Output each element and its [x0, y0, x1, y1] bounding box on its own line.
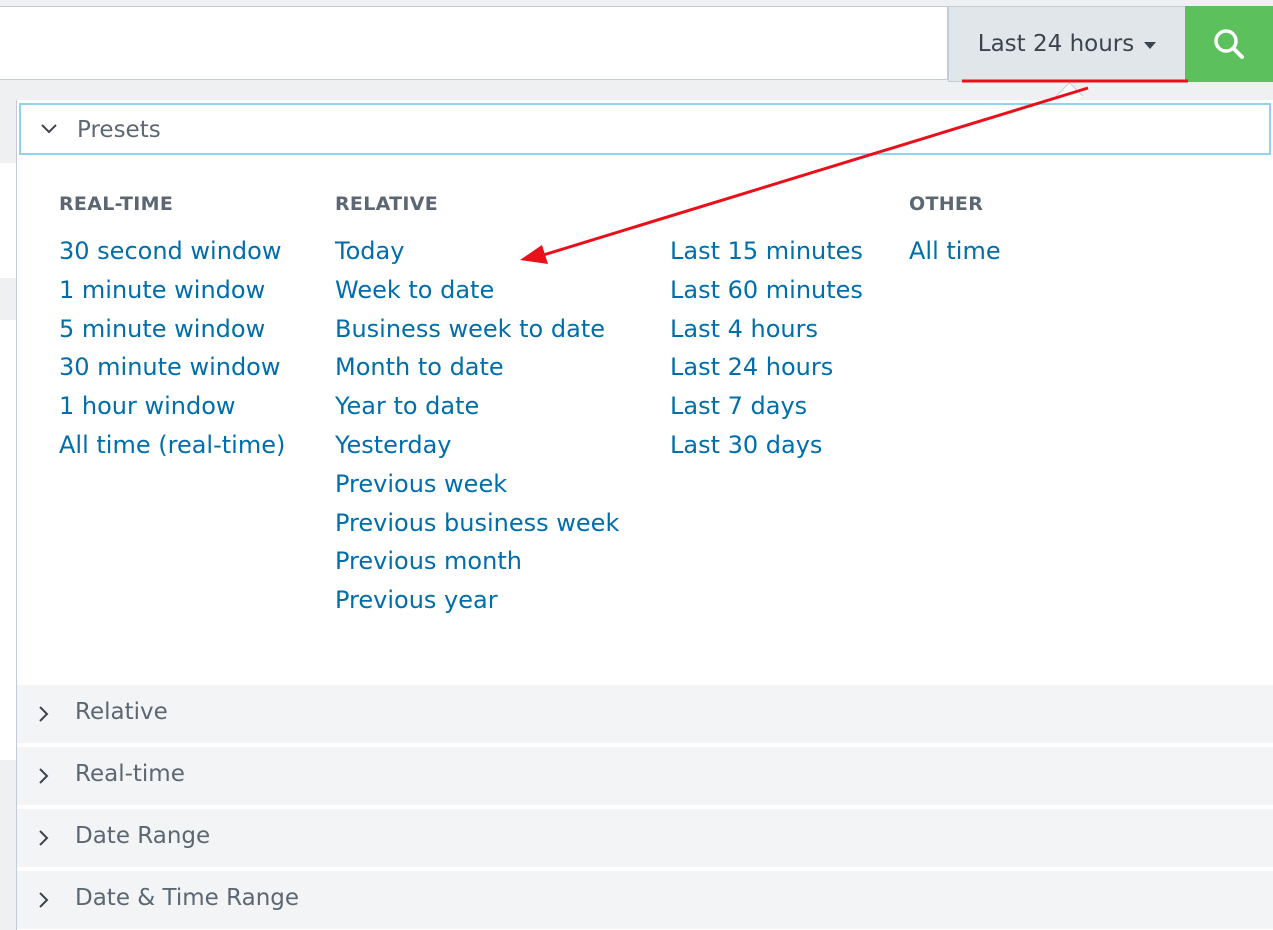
- preset-link[interactable]: Week to date: [335, 271, 619, 310]
- real-time-accordion-header[interactable]: Real-time: [17, 747, 1273, 805]
- preset-link[interactable]: Business week to date: [335, 310, 619, 349]
- date-range-accordion-header[interactable]: Date Range: [17, 809, 1273, 867]
- column-heading: RELATIVE: [335, 193, 439, 215]
- preset-link[interactable]: Previous business week: [335, 504, 619, 543]
- date-time-range-accordion-header[interactable]: Date & Time Range: [17, 871, 1273, 929]
- preset-link[interactable]: 1 minute window: [59, 271, 285, 310]
- background-page-strip: [0, 163, 16, 278]
- chevron-down-icon: [41, 124, 57, 134]
- search-icon: [1214, 29, 1244, 59]
- search-input[interactable]: [0, 6, 948, 80]
- preset-link[interactable]: 30 second window: [59, 232, 285, 271]
- time-range-picker-button[interactable]: Last 24 hours: [948, 6, 1185, 82]
- preset-column-relative: RELATIVE Today Week to date Business wee…: [335, 192, 619, 620]
- preset-link[interactable]: Yesterday: [335, 426, 619, 465]
- preset-link[interactable]: 1 hour window: [59, 387, 285, 426]
- preset-link[interactable]: All time: [909, 232, 1001, 271]
- background-page-strip: [0, 320, 16, 760]
- presets-label: Presets: [77, 117, 161, 143]
- preset-column-last: Last 15 minutes Last 60 minutes Last 4 h…: [670, 192, 863, 465]
- column-heading: REAL-TIME: [59, 193, 174, 215]
- chevron-right-icon: [39, 706, 49, 722]
- preset-link[interactable]: Previous week: [335, 465, 619, 504]
- preset-column-real-time: REAL-TIME 30 second window 1 minute wind…: [59, 192, 285, 465]
- preset-link[interactable]: Last 24 hours: [670, 348, 863, 387]
- preset-link[interactable]: Last 4 hours: [670, 310, 863, 349]
- section-label: Real-time: [75, 761, 185, 787]
- section-label: Date & Time Range: [75, 885, 300, 911]
- preset-link[interactable]: Previous year: [335, 581, 619, 620]
- preset-link[interactable]: Month to date: [335, 348, 619, 387]
- preset-link[interactable]: All time (real-time): [59, 426, 285, 465]
- presets-accordion-header[interactable]: Presets: [19, 103, 1271, 155]
- preset-link[interactable]: Today: [335, 232, 619, 271]
- relative-accordion-header[interactable]: Relative: [17, 685, 1273, 743]
- time-range-dropdown: Presets REAL-TIME 30 second window 1 min…: [16, 100, 1273, 930]
- preset-link[interactable]: 5 minute window: [59, 310, 285, 349]
- preset-column-other: OTHER All time: [909, 192, 1001, 271]
- preset-link[interactable]: 30 minute window: [59, 348, 285, 387]
- preset-link[interactable]: Last 30 days: [670, 426, 863, 465]
- time-range-label: Last 24 hours: [977, 31, 1135, 57]
- chevron-right-icon: [39, 768, 49, 784]
- preset-link[interactable]: Last 15 minutes: [670, 232, 863, 271]
- preset-link[interactable]: Last 60 minutes: [670, 271, 863, 310]
- preset-link[interactable]: Previous month: [335, 542, 619, 581]
- search-button[interactable]: [1185, 6, 1273, 82]
- chevron-right-icon: [39, 830, 49, 846]
- column-heading: OTHER: [909, 193, 984, 215]
- preset-link[interactable]: Last 7 days: [670, 387, 863, 426]
- section-label: Relative: [75, 699, 168, 725]
- search-bar: Last 24 hours: [0, 0, 1273, 82]
- caret-down-icon: [1144, 41, 1157, 49]
- chevron-right-icon: [39, 892, 49, 908]
- section-label: Date Range: [75, 823, 211, 849]
- preset-link[interactable]: Year to date: [335, 387, 619, 426]
